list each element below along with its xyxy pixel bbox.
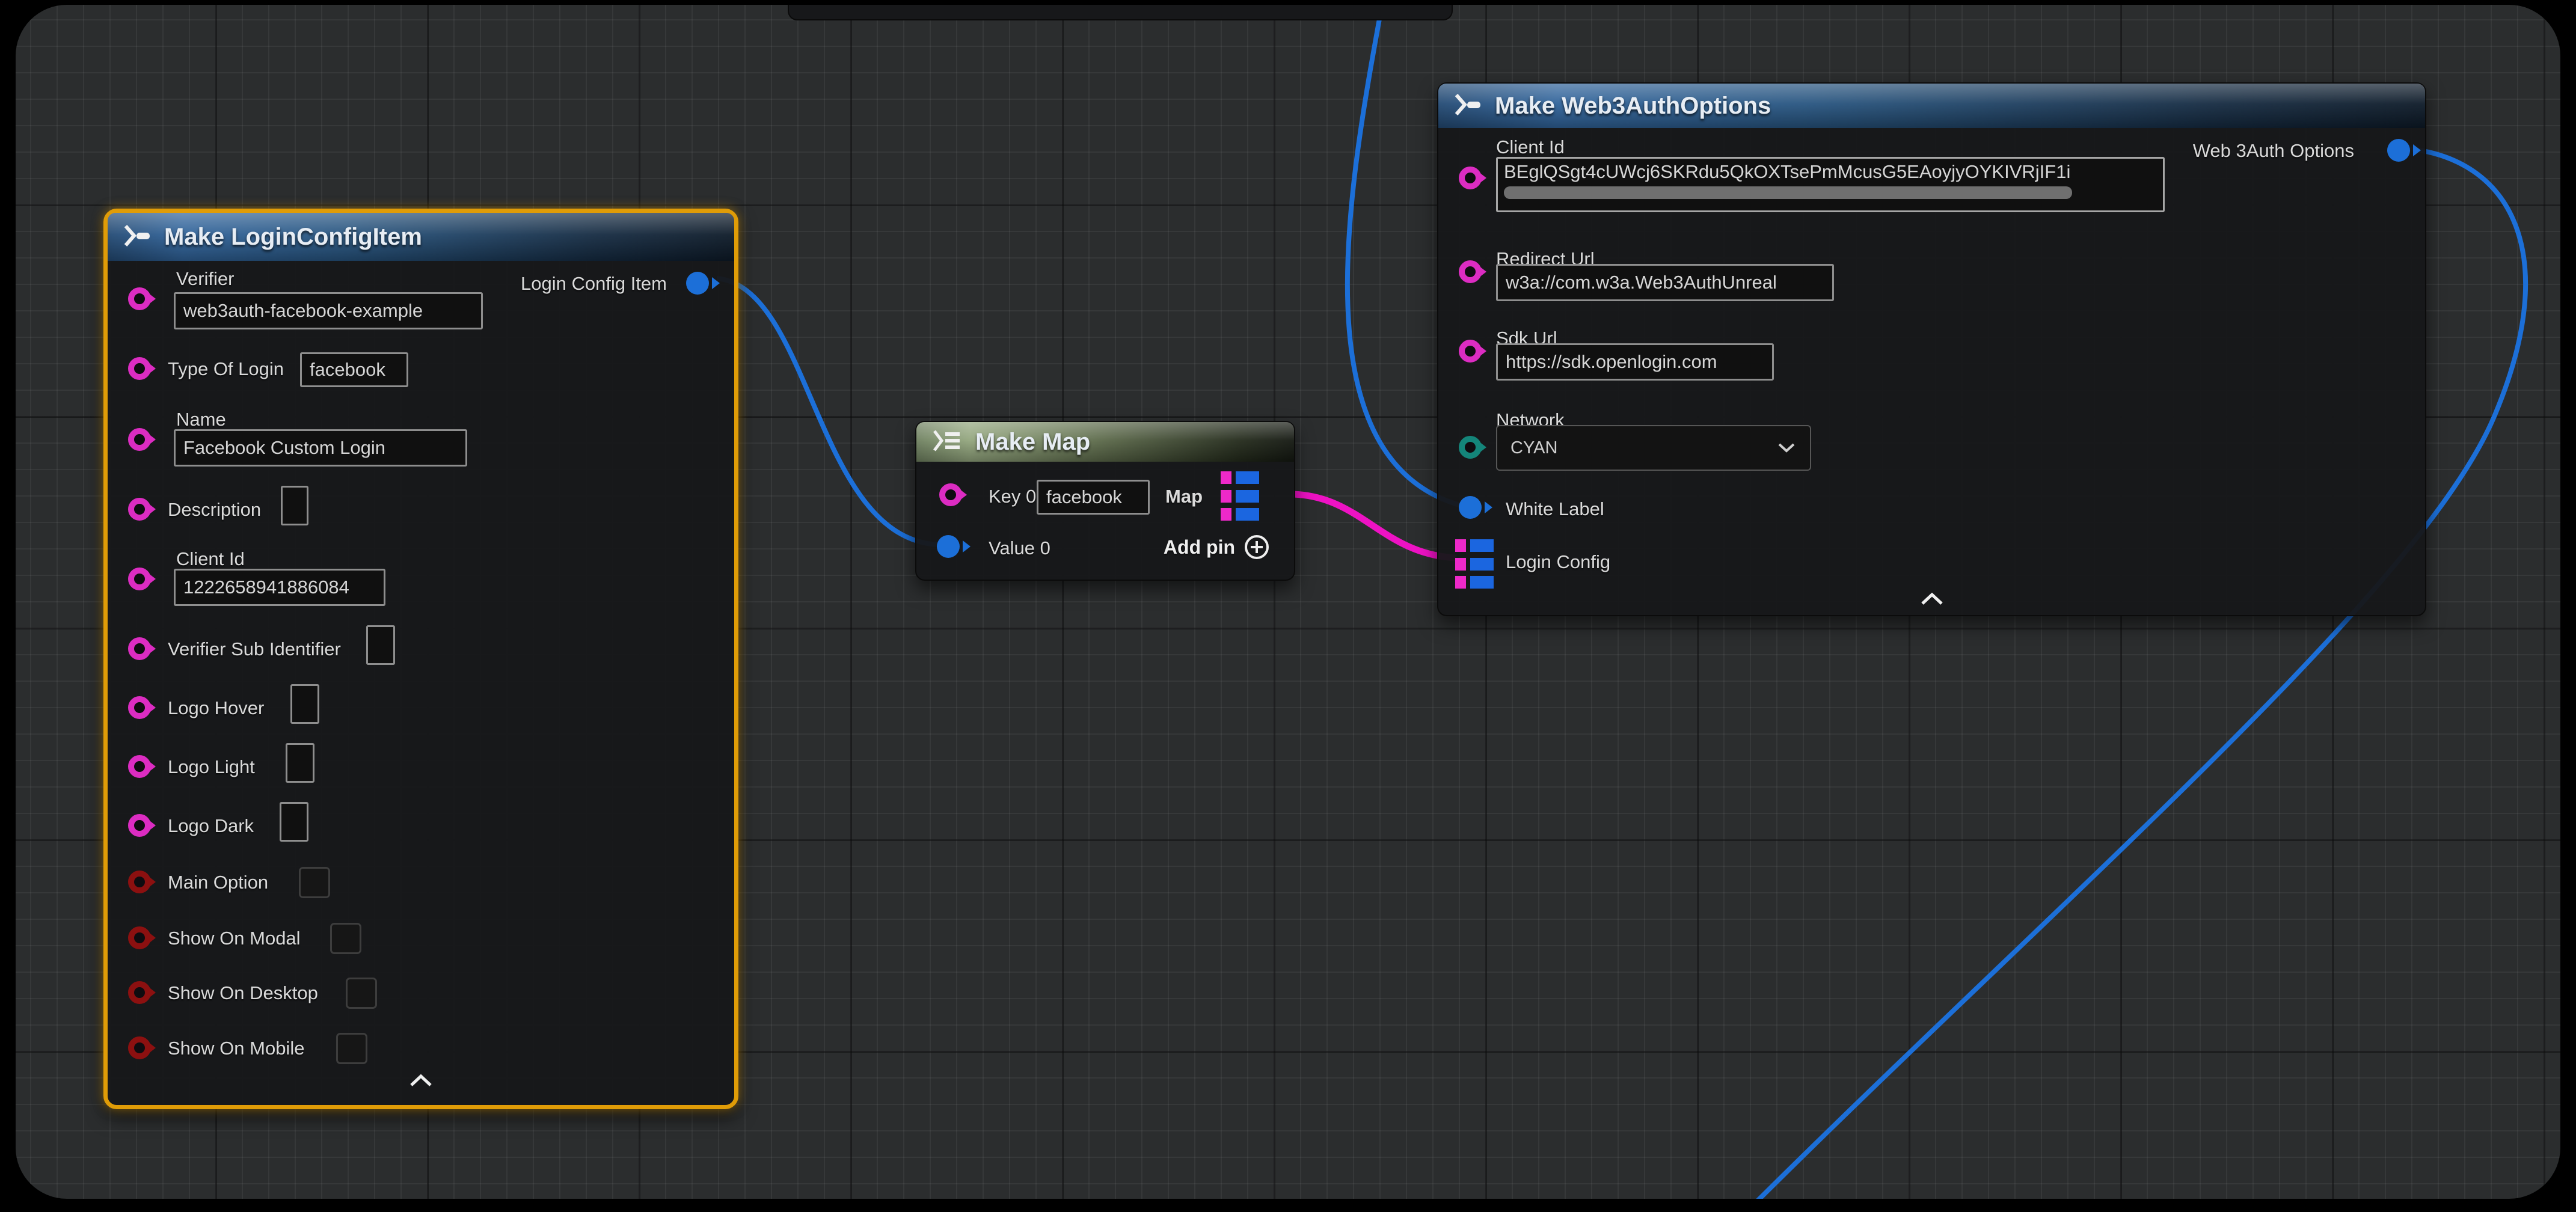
input-hscrollbar[interactable] [1504,186,2072,199]
pin-logo-hover[interactable] [128,696,151,719]
pin-logo-dark[interactable] [128,814,151,837]
pin-web3auth-options-out[interactable] [2387,139,2410,162]
pin-logo-light[interactable] [128,755,151,778]
pin-network[interactable] [1459,436,1482,459]
pin-label: Logo Light [168,756,255,778]
pin-login-config-item-out[interactable] [686,272,709,295]
pin-label: Show On Mobile [168,1038,304,1059]
wire-map-to-loginconfig[interactable] [1293,494,1456,558]
pin-label: Key 0 [989,486,1036,507]
pin-key-0[interactable] [939,483,962,506]
pin-label: White Label [1506,498,1604,520]
pin-description[interactable] [128,498,151,521]
network-dropdown[interactable]: CYAN [1496,425,1811,471]
pin-redirect-url[interactable] [1459,260,1482,283]
network-selected-value: CYAN [1510,438,1557,458]
client-id-input[interactable]: 1222658941886084 [174,569,385,606]
pin-name[interactable] [128,428,151,451]
node-title: Make LoginConfigItem [164,224,422,251]
pin-label: Type Of Login [168,358,284,380]
pin-verifier-sub-identifier[interactable] [128,637,151,660]
pin-main-option[interactable] [128,871,151,893]
node-header[interactable]: Make Web3AuthOptions [1438,84,2425,128]
node-title: Make Map [975,429,1090,456]
add-pin-label: Add pin [1164,536,1235,559]
logo-hover-input[interactable] [290,684,319,724]
chevron-down-icon [1777,442,1796,453]
pin-label: Client Id [1496,136,1565,158]
pin-label: Description [168,499,261,521]
collapse-chevron[interactable] [409,1074,433,1090]
pin-label: Login Config [1506,551,1610,573]
make-container-icon [931,429,964,455]
node-make-map[interactable]: Make Map Key 0 facebook Map Value 0 Add … [915,421,1295,581]
show-on-desktop-checkbox[interactable] [346,978,377,1009]
pin-show-on-mobile[interactable] [128,1036,151,1059]
pin-label: Client Id [176,548,245,570]
pin-label: Login Config Item [521,273,667,295]
node-header[interactable]: Make Map [916,422,1294,462]
pin-label: Show On Modal [168,928,301,949]
pin-client-id[interactable] [128,568,151,590]
pin-verifier[interactable] [128,287,151,310]
pin-label: Verifier [176,268,234,290]
logo-light-input[interactable] [286,743,314,783]
type-of-login-input[interactable]: facebook [300,352,408,387]
pin-label: Value 0 [989,537,1050,559]
verifier-input[interactable]: web3auth-facebook-example [174,292,483,329]
node-title: Make Web3AuthOptions [1495,93,1771,120]
pin-type-of-login[interactable] [128,357,151,380]
offscreen-node-bottom[interactable] [788,5,1453,20]
name-input[interactable]: Facebook Custom Login [174,429,467,467]
pin-client-id[interactable] [1459,167,1482,189]
graph-canvas[interactable]: Make LoginConfigItem Login Config Item V… [16,5,2560,1199]
add-pin-icon [1244,534,1270,560]
logo-dark-input[interactable] [280,802,308,842]
pin-map-out[interactable] [1221,471,1259,521]
node-header[interactable]: Make LoginConfigItem [108,213,734,261]
pin-sdk-url[interactable] [1459,340,1482,363]
pin-label: Logo Dark [168,815,254,837]
node-make-loginconfigitem[interactable]: Make LoginConfigItem Login Config Item V… [103,209,738,1109]
show-on-modal-checkbox[interactable] [330,923,361,954]
show-on-mobile-checkbox[interactable] [336,1033,367,1064]
pin-show-on-modal[interactable] [128,926,151,949]
pin-label: Web 3Auth Options [2193,140,2354,162]
key-0-input[interactable]: facebook [1037,480,1150,515]
node-make-web3authoptions[interactable]: Make Web3AuthOptions Web 3Auth Options C… [1437,82,2426,616]
pin-label: Name [176,409,226,430]
pin-label: Show On Desktop [168,982,318,1004]
pin-label: Verifier Sub Identifier [168,638,341,660]
blueprint-editor: Make LoginConfigItem Login Config Item V… [0,0,2576,1212]
add-pin-button[interactable]: Add pin [1164,534,1270,560]
main-option-checkbox[interactable] [299,867,330,898]
collapse-chevron[interactable] [1920,592,1944,608]
pin-label: Main Option [168,872,268,893]
verifier-sub-identifier-input[interactable] [366,625,395,665]
pin-login-config[interactable] [1455,539,1494,589]
pin-label: Logo Hover [168,697,264,719]
pin-label: Map [1165,486,1203,507]
make-struct-icon [1453,93,1484,120]
make-struct-icon [122,224,153,251]
description-input[interactable] [281,486,308,525]
pin-value-0[interactable] [937,535,960,558]
client-id-input[interactable]: BEglQSgt4cUWcj6SKRdu5QkOXTsePmMcusG5EAoy… [1496,157,2165,212]
wire-loginconfigitem-to-value0[interactable] [717,278,937,545]
sdk-url-input[interactable]: https://sdk.openlogin.com [1496,343,1774,381]
pin-white-label[interactable] [1459,496,1482,519]
pin-show-on-desktop[interactable] [128,981,151,1004]
redirect-url-input[interactable]: w3a://com.w3a.Web3AuthUnreal [1496,264,1834,301]
